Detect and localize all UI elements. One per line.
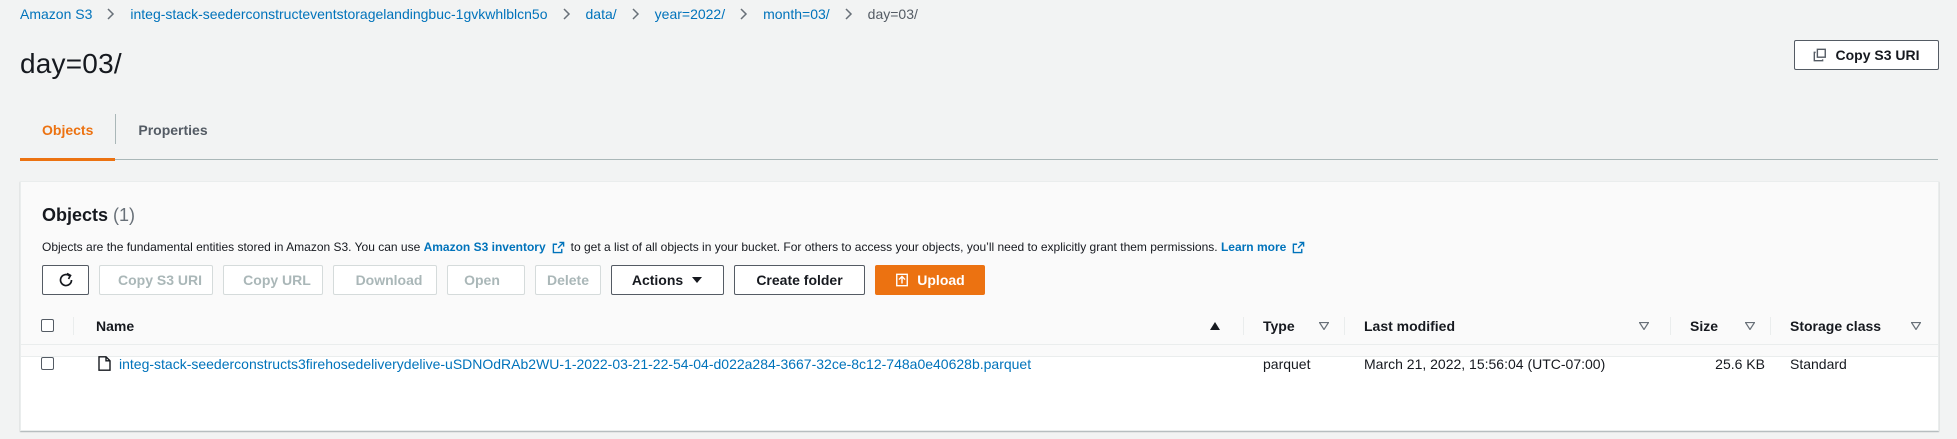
col-size-label: Size (1690, 317, 1719, 334)
column-divider (1344, 317, 1345, 335)
copy-url-label: Copy URL (243, 272, 311, 288)
last-modified-cell: March 21, 2022, 15:56:04 (UTC-07:00) (1364, 345, 1605, 382)
tabs: Objects Properties (20, 112, 1938, 161)
refresh-icon (59, 272, 72, 287)
chevron-right-icon (844, 8, 854, 20)
copy-url-button[interactable]: Copy URL (223, 265, 323, 295)
copy-s3-uri-toolbar-label: Copy S3 URI (118, 272, 203, 288)
object-name-link[interactable]: integ-stack-seederconstructs3firehosedel… (119, 356, 1031, 372)
table-row: integ-stack-seederconstructs3firehosedel… (21, 345, 1938, 382)
chevron-right-icon (631, 8, 641, 20)
breadcrumb-item-bucket[interactable]: integ-stack-seederconstructeventstoragel… (130, 6, 547, 22)
sort-icon[interactable] (1639, 307, 1649, 344)
create-folder-button[interactable]: Create folder (734, 265, 865, 295)
col-header-type[interactable]: Type (1263, 307, 1295, 344)
s3-inventory-link[interactable]: Amazon S3 inventory (424, 240, 546, 254)
actions-label: Actions (631, 272, 684, 288)
storage-class-cell: Standard (1790, 345, 1847, 382)
chevron-right-icon (562, 8, 572, 20)
col-header-last-modified[interactable]: Last modified (1364, 307, 1455, 344)
breadcrumb-item-amazon-s3[interactable]: Amazon S3 (20, 6, 92, 22)
open-button[interactable]: Open (447, 265, 525, 295)
breadcrumb-item-month[interactable]: month=03/ (763, 6, 830, 22)
sort-icon[interactable] (1911, 307, 1921, 344)
name-cell: integ-stack-seederconstructs3firehosedel… (98, 345, 1031, 382)
type-cell: parquet (1263, 345, 1310, 382)
header-checkbox-cell (41, 307, 54, 344)
desc-text-1: Objects are the fundamental entities sto… (42, 240, 421, 254)
row-checkbox-cell (41, 345, 54, 382)
download-label: Download (355, 272, 423, 288)
column-divider (1243, 317, 1244, 335)
objects-table: Name Type Last modified Size Storage cla… (21, 307, 1938, 382)
delete-button[interactable]: Delete (535, 265, 601, 295)
objects-title-text: Objects (42, 205, 109, 225)
objects-toolbar: Copy S3 URI Copy URL Download Open Delet… (42, 265, 985, 295)
col-name-label: Name (96, 317, 135, 334)
page-title: day=03/ (20, 48, 122, 79)
copy-icon (1814, 48, 1827, 62)
upload-label: Upload (917, 272, 965, 288)
object-last-modified: March 21, 2022, 15:56:04 (UTC-07:00) (1364, 355, 1606, 372)
breadcrumb: Amazon S3 integ-stack-seederconstructeve… (20, 6, 918, 22)
object-storage-class: Standard (1790, 355, 1847, 372)
objects-panel-title: Objects (1) (42, 205, 135, 226)
select-all-checkbox[interactable] (41, 319, 54, 332)
upload-icon (896, 273, 909, 287)
create-folder-label: Create folder (756, 272, 843, 288)
learn-more-link[interactable]: Learn more (1221, 240, 1286, 254)
chevron-right-icon (739, 8, 749, 20)
col-header-storage-class[interactable]: Storage class (1790, 307, 1881, 344)
row-checkbox[interactable] (41, 357, 54, 370)
tab-objects[interactable]: Objects (20, 112, 116, 161)
sort-icon[interactable] (1319, 307, 1329, 344)
object-type: parquet (1263, 355, 1311, 372)
breadcrumb-current: day=03/ (867, 6, 918, 22)
refresh-button[interactable] (42, 265, 89, 295)
copy-s3-uri-toolbar-button[interactable]: Copy S3 URI (99, 265, 213, 295)
object-size: 25.6 KB (1715, 355, 1765, 372)
open-label: Open (464, 272, 500, 288)
copy-s3-uri-label: Copy S3 URI (1835, 47, 1920, 63)
objects-description: Objects are the fundamental entities sto… (42, 240, 1311, 254)
objects-count: (1) (113, 205, 136, 225)
file-icon (98, 356, 111, 371)
actions-dropdown[interactable]: Actions (611, 265, 724, 295)
column-divider (1670, 317, 1671, 335)
breadcrumb-item-data[interactable]: data/ (586, 6, 617, 22)
breadcrumb-item-year[interactable]: year=2022/ (655, 6, 725, 22)
objects-panel: Objects (1) Objects are the fundamental … (20, 181, 1939, 431)
col-last-modified-label: Last modified (1364, 317, 1456, 334)
sort-icon[interactable] (1745, 307, 1755, 344)
desc-text-2: to get a list of all objects in your buc… (570, 240, 1218, 254)
size-cell: 25.6 KB (1690, 345, 1765, 382)
copy-s3-uri-button[interactable]: Copy S3 URI (1794, 40, 1939, 70)
col-header-size[interactable]: Size (1690, 307, 1718, 344)
sort-ascending-icon[interactable] (1210, 307, 1220, 344)
external-link-icon (1292, 241, 1305, 253)
chevron-right-icon (106, 8, 116, 20)
col-storage-class-label: Storage class (1790, 317, 1882, 334)
upload-button[interactable]: Upload (875, 265, 985, 295)
caret-down-icon (692, 277, 703, 283)
tab-properties[interactable]: Properties (116, 112, 229, 160)
column-divider (73, 317, 74, 335)
table-header: Name Type Last modified Size Storage cla… (21, 307, 1938, 345)
delete-label: Delete (546, 272, 590, 288)
download-button[interactable]: Download (333, 265, 437, 295)
col-header-name[interactable]: Name (96, 307, 134, 344)
col-type-label: Type (1263, 317, 1295, 334)
external-link-icon (552, 241, 564, 253)
column-divider (1770, 317, 1771, 335)
